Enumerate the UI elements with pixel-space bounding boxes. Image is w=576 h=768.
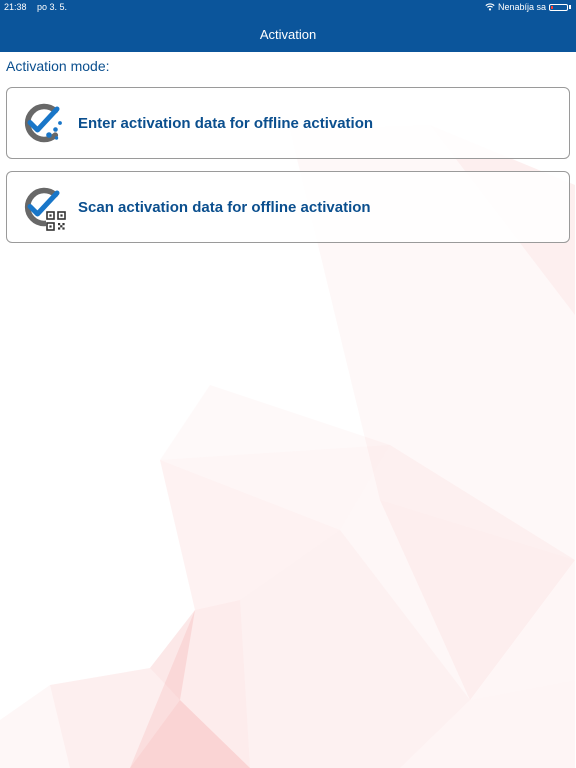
- battery-tip: [569, 5, 571, 9]
- scan-activation-data-button[interactable]: Scan activation data for offline activat…: [6, 171, 570, 243]
- enter-activation-data-label: Enter activation data for offline activa…: [78, 114, 374, 132]
- page-title: Activation: [259, 27, 317, 42]
- scan-activation-data-label: Scan activation data for offline activat…: [78, 198, 371, 216]
- check-dots-icon: [24, 103, 62, 143]
- activation-mode-label: Activation mode:: [6, 58, 110, 74]
- enter-activation-data-button[interactable]: Enter activation data for offline activa…: [6, 87, 570, 159]
- battery-icon: [549, 3, 568, 11]
- status-bar: 21:38 po 3. 5. Nenabíja sa: [0, 0, 576, 14]
- status-date: po 3. 5.: [37, 2, 68, 12]
- status-indicators: Nenabíja sa: [485, 0, 571, 14]
- wifi-icon: [485, 3, 495, 11]
- check-qr-code-icon: [24, 187, 66, 231]
- status-time: 21:38: [4, 2, 27, 12]
- header-bar: 21:38 po 3. 5. Nenabíja sa Activation: [0, 0, 576, 52]
- charging-status-text: Nenabíja sa: [497, 2, 546, 12]
